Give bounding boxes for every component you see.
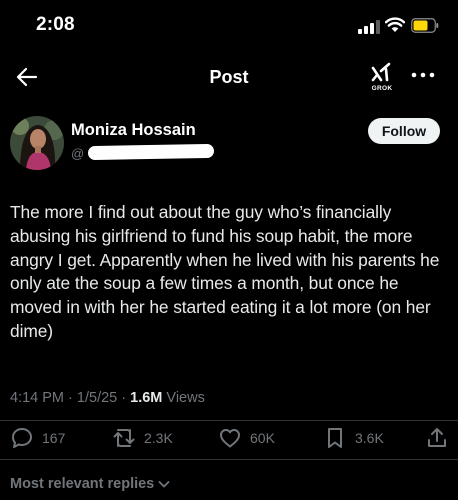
status-time: 2:08	[36, 14, 75, 35]
handle-redaction	[87, 143, 215, 161]
post-time[interactable]: 4:14 PM	[10, 390, 64, 406]
battery-icon	[411, 18, 439, 33]
views-count: 1.6M	[130, 390, 163, 406]
reply-button[interactable]: 167	[10, 426, 65, 450]
repost-icon	[113, 429, 135, 447]
replies-sort-button[interactable]: Most relevant replies	[10, 476, 171, 492]
bookmark-count: 3.6K	[355, 430, 384, 446]
status-bar: 2:08	[0, 0, 458, 50]
bookmark-button[interactable]: 3.6K	[323, 426, 384, 450]
grok-icon	[371, 62, 391, 82]
grok-label: GROK	[371, 85, 393, 92]
author-name[interactable]: Moniza Hossain	[71, 121, 196, 140]
avatar-photo	[10, 116, 64, 170]
meta-separator: ·	[68, 390, 73, 406]
like-button[interactable]: 60K	[218, 426, 275, 450]
chevron-down-icon	[158, 481, 170, 488]
share-button[interactable]	[425, 426, 449, 450]
avatar[interactable]	[10, 116, 64, 170]
follow-button[interactable]: Follow	[368, 118, 440, 144]
like-icon	[220, 429, 240, 448]
grok-button[interactable]: GROK	[366, 62, 398, 96]
signal-icon	[358, 20, 380, 34]
share-icon	[428, 428, 446, 447]
repost-button[interactable]: 2.3K	[112, 426, 173, 450]
like-count: 60K	[250, 430, 275, 446]
post-meta: 4:14 PM · 1/5/25 · 1.6M Views	[10, 390, 205, 406]
action-bar: 167 2.3K 60K 3.6K	[0, 421, 458, 455]
reply-icon	[12, 428, 32, 448]
views-label: Views	[166, 390, 205, 406]
replies-sort-label: Most relevant replies	[10, 476, 155, 492]
bookmark-icon	[328, 428, 342, 448]
repost-count: 2.3K	[144, 430, 173, 446]
reply-count: 167	[42, 430, 66, 446]
nav-bar: Post GROK	[0, 56, 458, 100]
meta-separator: ·	[121, 390, 127, 406]
more-icon[interactable]	[411, 70, 435, 80]
post-date[interactable]: 1/5/25	[77, 390, 117, 406]
divider	[0, 459, 458, 460]
wifi-icon	[385, 17, 405, 32]
post-text: The more I find out about the guy who’s …	[10, 202, 440, 341]
author-handle[interactable]: @	[71, 146, 84, 161]
